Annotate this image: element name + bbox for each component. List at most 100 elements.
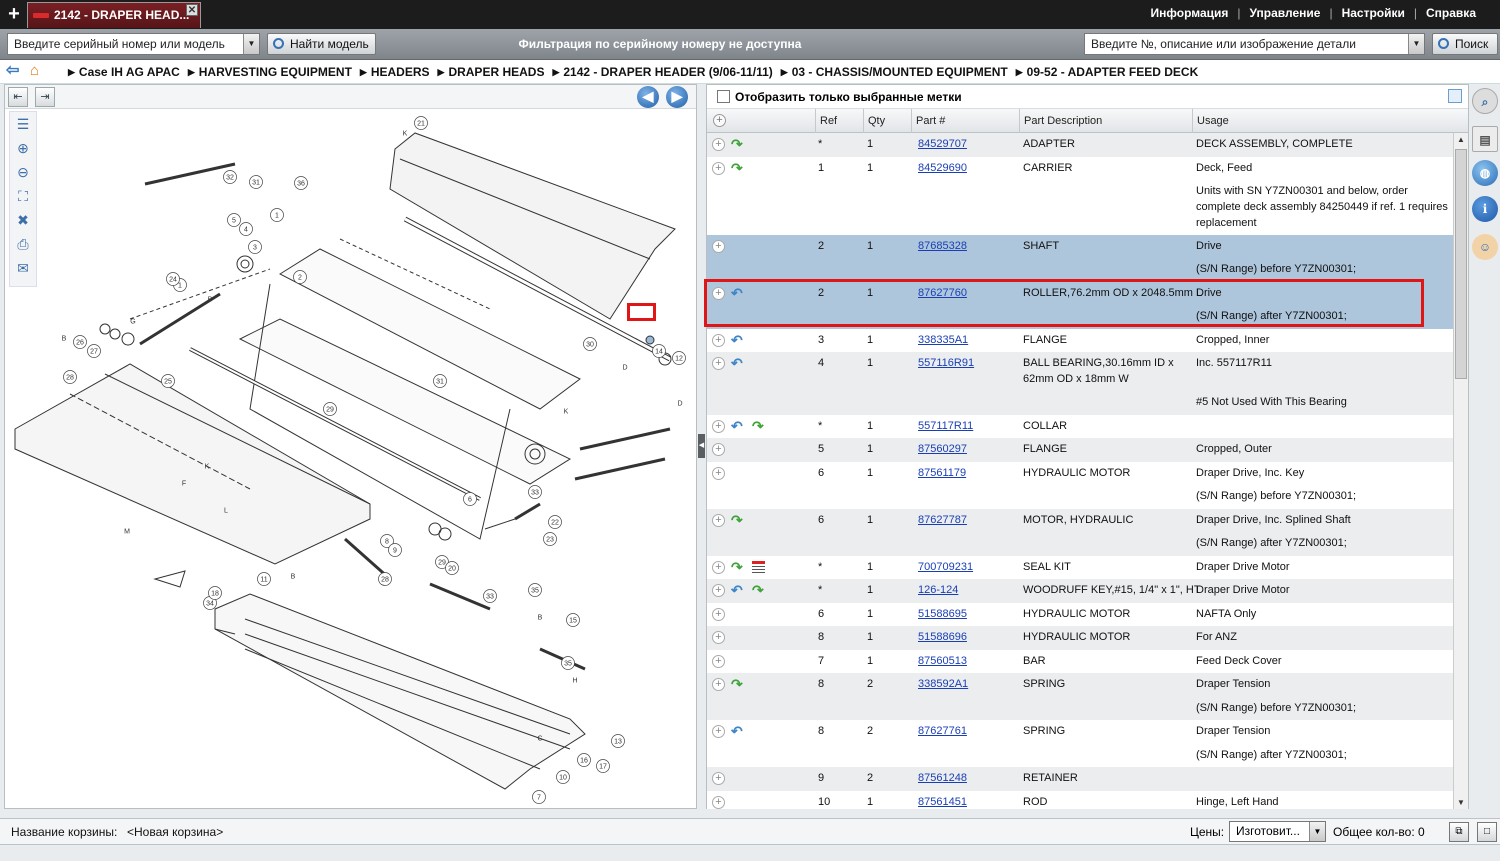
part-number-link[interactable]: 700709231 [918, 561, 973, 573]
table-row[interactable]: + ↷ 1 1 84529690 CARRIER Deck, Feed [707, 157, 1453, 180]
add-to-cart-icon[interactable]: + [712, 584, 725, 597]
replaced-by-icon[interactable]: ↶ [731, 356, 747, 370]
home-icon[interactable]: ⌂ [30, 63, 48, 79]
callout-label[interactable]: K [403, 131, 408, 138]
add-to-cart-icon[interactable]: + [712, 631, 725, 644]
table-row[interactable]: + ↷ 6 1 87627787 MOTOR, HYDRAULIC Draper Drive… [707, 509, 1453, 532]
replaces-icon[interactable]: ↷ [752, 419, 768, 433]
callout-label[interactable]: D [677, 401, 682, 408]
part-number-link[interactable]: 87560297 [918, 443, 967, 455]
close-tab-icon[interactable]: ✕ [186, 4, 198, 16]
callout-label[interactable]: 34 [206, 601, 214, 608]
table-row[interactable]: +8 1 51588696 HYDRAULIC MOTOR For ANZ [707, 626, 1453, 650]
add-to-cart-icon[interactable]: + [712, 162, 725, 175]
part-number-link[interactable]: 87627761 [918, 725, 967, 737]
col-qty[interactable]: Qty [863, 109, 911, 133]
callout-label[interactable]: H [572, 678, 577, 685]
callout-label[interactable]: K [205, 464, 210, 471]
add-all-icon[interactable]: + [713, 114, 726, 127]
callout-label[interactable]: B [291, 574, 296, 581]
add-to-cart-icon[interactable]: + [712, 561, 725, 574]
callout-label[interactable]: 8 [385, 539, 389, 546]
callout-label[interactable]: 28 [66, 375, 74, 382]
breadcrumb-item[interactable]: 2142 - DRAPER HEADER (9/06-11/11) [563, 65, 772, 79]
part-number-link[interactable]: 51588695 [918, 608, 967, 620]
callout-label[interactable]: 24 [169, 277, 177, 284]
columns-icon[interactable] [1448, 89, 1462, 103]
callout-label[interactable]: 17 [599, 764, 607, 771]
callout-label[interactable]: 5 [232, 218, 236, 225]
add-to-cart-icon[interactable]: + [712, 678, 725, 691]
callout-label[interactable]: 2 [298, 275, 302, 282]
add-to-cart-icon[interactable]: + [712, 240, 725, 253]
table-row[interactable]: #5 Not Used With This Bearing [707, 391, 1453, 415]
add-to-cart-icon[interactable]: + [712, 467, 725, 480]
callout-label[interactable]: L [224, 508, 228, 515]
callout-label[interactable]: M [124, 529, 130, 536]
table-row[interactable]: +2 1 87685328 SHAFT Drive [707, 235, 1453, 258]
menu-settings[interactable]: Настройки [1342, 6, 1405, 20]
part-number-link[interactable]: 87685328 [918, 240, 967, 252]
add-to-cart-icon[interactable]: + [712, 772, 725, 785]
col-usage[interactable]: Usage [1192, 109, 1454, 133]
kit-list-icon[interactable] [752, 561, 765, 573]
menu-help[interactable]: Справка [1426, 6, 1476, 20]
table-row[interactable]: + ↷ 8 2 338592A1 SPRING Draper Tension [707, 673, 1453, 697]
add-to-cart-icon[interactable]: + [712, 608, 725, 621]
prices-select[interactable]: Изготовит... ▼ [1229, 821, 1326, 842]
callout-label[interactable]: 33 [486, 594, 494, 601]
add-to-cart-icon[interactable]: + [712, 420, 725, 433]
callout-label[interactable]: 9 [393, 548, 397, 555]
callout-label[interactable]: 20 [448, 566, 456, 573]
callout-label[interactable]: 35 [564, 661, 572, 668]
selected-only-checkbox[interactable] [717, 90, 730, 103]
new-tab-button[interactable]: + [4, 3, 24, 25]
part-number-link[interactable]: 87561248 [918, 772, 967, 784]
callout-label[interactable]: 31 [436, 379, 444, 386]
replaces-icon[interactable]: ↷ [752, 583, 768, 597]
part-number-link[interactable]: 126-124 [918, 584, 958, 596]
replaces-icon[interactable]: ↷ [731, 513, 747, 527]
replaced-by-icon[interactable]: ↶ [731, 333, 747, 347]
part-search-input[interactable]: Введите №, описание или изображение дета… [1084, 33, 1425, 55]
table-row[interactable]: +6 1 51588695 HYDRAULIC MOTOR NAFTA Only [707, 603, 1453, 626]
callout-label[interactable]: 35 [531, 588, 539, 595]
breadcrumb-item[interactable]: DRAPER HEADS [448, 65, 544, 79]
callout-label[interactable]: 6 [468, 497, 472, 504]
add-to-cart-icon[interactable]: + [712, 334, 725, 347]
previous-button[interactable]: ◀ [637, 86, 659, 108]
callout-label[interactable]: 1 [178, 283, 182, 290]
replaced-by-icon[interactable]: ↶ [731, 724, 747, 738]
breadcrumb-item[interactable]: HEADERS [371, 65, 430, 79]
part-number-link[interactable]: 51588696 [918, 631, 967, 643]
part-number-link[interactable]: 84529707 [918, 138, 967, 150]
breadcrumb-item[interactable]: HARVESTING EQUIPMENT [199, 65, 352, 79]
replaces-icon[interactable]: ↷ [731, 560, 747, 574]
user-chat-icon[interactable]: ☺ [1472, 234, 1498, 260]
breadcrumb-item[interactable]: 09-52 - ADAPTER FEED DECK [1027, 65, 1199, 79]
callout-label[interactable]: 26 [76, 340, 84, 347]
add-to-cart-icon[interactable]: + [712, 725, 725, 738]
pane-splitter[interactable]: ◀ [697, 84, 706, 809]
callout-label[interactable]: B [62, 336, 67, 343]
back-arrow-icon[interactable]: ⇦ [6, 63, 26, 79]
globe-icon[interactable]: ◍ [1472, 160, 1498, 186]
table-row[interactable]: + ↶ 8 2 87627761 SPRING Draper Tension [707, 720, 1453, 744]
table-row[interactable]: + ↷ * 1 700709231 SEAL KIT Draper Drive Motor [707, 556, 1453, 579]
add-to-cart-icon[interactable]: + [712, 357, 725, 370]
replaces-icon[interactable]: ↷ [731, 677, 747, 691]
replaced-by-icon[interactable]: ↶ [731, 419, 747, 433]
callout-label[interactable]: 30 [586, 342, 594, 349]
next-page-icon[interactable]: ⇥ [35, 87, 55, 107]
add-to-cart-icon[interactable]: + [712, 796, 725, 809]
chevron-down-icon[interactable]: ▼ [1408, 34, 1424, 54]
callout-label[interactable]: 27 [90, 349, 98, 356]
info-icon[interactable]: i [1472, 196, 1498, 222]
callout-label[interactable]: 1 [275, 213, 279, 220]
callout-label[interactable]: 33 [531, 490, 539, 497]
breadcrumb-item[interactable]: Case IH AG APAC [79, 65, 180, 79]
table-row[interactable]: +7 1 87560513 BAR Feed Deck Cover [707, 650, 1453, 673]
chevron-down-icon[interactable]: ▼ [243, 34, 259, 54]
callout-label[interactable]: 18 [211, 591, 219, 598]
scroll-up-icon[interactable]: ▲ [1454, 133, 1468, 147]
